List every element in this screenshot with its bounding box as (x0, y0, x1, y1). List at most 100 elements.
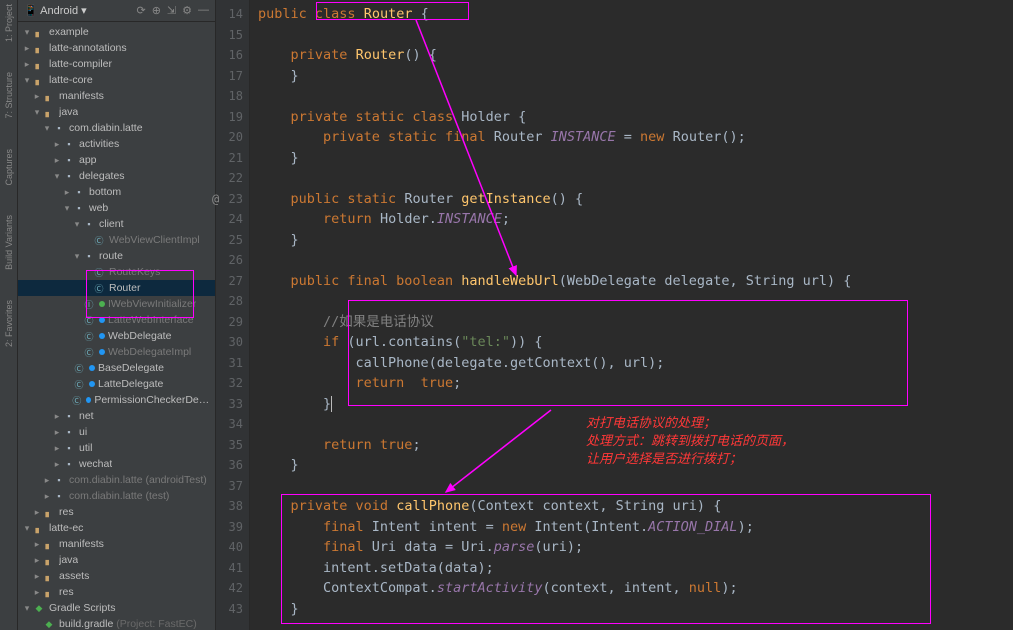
code-line[interactable]: } (258, 599, 1013, 620)
tree-node[interactable]: ⒸPermissionCheckerDelegate (18, 392, 215, 408)
tree-node[interactable]: ▸▖latte-annotations (18, 40, 215, 56)
code-line[interactable] (258, 86, 1013, 107)
cls-icon: Ⓒ (82, 313, 96, 327)
code-line[interactable]: } (258, 394, 1013, 415)
tree-node[interactable]: ▸▪net (18, 408, 215, 424)
code-line[interactable]: private Router() { (258, 45, 1013, 66)
code-line[interactable]: } (258, 148, 1013, 169)
pkg-icon: ▪ (62, 425, 76, 439)
code-line[interactable] (258, 291, 1013, 312)
tree-label: assets (59, 570, 89, 582)
tree-node[interactable]: ▸▪app (18, 152, 215, 168)
tree-node[interactable]: ◆build.gradle (Project: FastEC) (18, 616, 215, 630)
tab-structure[interactable]: 7: Structure (4, 72, 14, 119)
tree-node[interactable]: ⒸBaseDelegate (18, 360, 215, 376)
tree-node[interactable]: ⒾIWebViewInitializer (18, 296, 215, 312)
tree-label: WebDelegate (108, 330, 171, 342)
tree-node[interactable]: ▸▪com.diabin.latte (androidTest) (18, 472, 215, 488)
tree-node[interactable]: ▾▪web (18, 200, 215, 216)
tree-node[interactable]: ⒸLatteWebInterface (18, 312, 215, 328)
code-line[interactable] (258, 250, 1013, 271)
tree-node[interactable]: ▸▖manifests (18, 536, 215, 552)
tree-node[interactable]: ▸▪com.diabin.latte (test) (18, 488, 215, 504)
tree-node[interactable]: ▸▖latte-compiler (18, 56, 215, 72)
tree-node[interactable]: ▾▪com.diabin.latte (18, 120, 215, 136)
code-line[interactable]: //如果是电话协议 (258, 312, 1013, 333)
tree-node[interactable]: ▸▖res (18, 584, 215, 600)
tree-node[interactable]: ▸▖java (18, 552, 215, 568)
tree-node[interactable]: ⒸWebDelegate (18, 328, 215, 344)
pkg-icon: ▪ (52, 473, 66, 487)
fld-icon: ▖ (42, 569, 56, 583)
code-line[interactable] (258, 168, 1013, 189)
code-line[interactable]: private void callPhone(Context context, … (258, 496, 1013, 517)
tree-node[interactable]: ▸▪wechat (18, 456, 215, 472)
tab-captures[interactable]: Captures (4, 149, 14, 186)
tree-node[interactable]: ⒸLatteDelegate (18, 376, 215, 392)
code-line[interactable]: } (258, 66, 1013, 87)
pkg-icon: ▪ (52, 121, 66, 135)
code-line[interactable]: public class Router { (258, 4, 1013, 25)
tree-node[interactable]: ▾▪route (18, 248, 215, 264)
code-line[interactable]: return true; (258, 373, 1013, 394)
tree-node[interactable]: ▸▪ui (18, 424, 215, 440)
sidebar-header: 📱 Android ▾ ⟳ ⊕ ⇲ ⚙ — (18, 0, 215, 22)
sync-icon[interactable]: ⟳ (136, 4, 145, 17)
code-line[interactable]: private static class Holder { (258, 107, 1013, 128)
pkg-icon: ▪ (62, 153, 76, 167)
code-line[interactable]: callPhone(delegate.getContext(), url); (258, 353, 1013, 374)
tree-node[interactable]: ▸▖res (18, 504, 215, 520)
code-area[interactable]: public class Router { private Router() {… (250, 0, 1013, 630)
tree-label: PermissionCheckerDelegate (94, 394, 211, 406)
code-line[interactable] (258, 25, 1013, 46)
tree-label: wechat (79, 458, 112, 470)
tree-node[interactable]: ▾▪client (18, 216, 215, 232)
hide-icon[interactable]: — (198, 4, 209, 17)
tree-node[interactable]: ▸▪activities (18, 136, 215, 152)
tree-label: WebViewClientImpl (109, 234, 200, 246)
tree-node[interactable]: ⒸRouter (18, 280, 215, 296)
tree-node[interactable]: ▸▪util (18, 440, 215, 456)
project-tree[interactable]: ▾▖example▸▖latte-annotations▸▖latte-comp… (18, 22, 215, 630)
tree-node[interactable]: ▾▪delegates (18, 168, 215, 184)
tree-node[interactable]: ▾▖latte-core (18, 72, 215, 88)
tab-build-variants[interactable]: Build Variants (4, 215, 14, 270)
pkg-icon: ▪ (62, 137, 76, 151)
target-icon[interactable]: ⊕ (152, 4, 161, 17)
tree-node[interactable]: ⒸWebDelegateImpl (18, 344, 215, 360)
pkg-icon: ▪ (62, 169, 76, 183)
tree-label: bottom (89, 186, 121, 198)
tab-project[interactable]: 1: Project (4, 4, 14, 42)
tree-node[interactable]: ▾▖example (18, 24, 215, 40)
tree-node[interactable]: ▸▖manifests (18, 88, 215, 104)
code-line[interactable]: } (258, 230, 1013, 251)
code-line[interactable]: public final boolean handleWebUrl(WebDel… (258, 271, 1013, 292)
code-line[interactable]: final Uri data = Uri.parse(uri); (258, 537, 1013, 558)
tab-favorites[interactable]: 2: Favorites (4, 300, 14, 347)
code-line[interactable]: intent.setData(data); (258, 558, 1013, 579)
tree-label: ui (79, 426, 87, 438)
tree-node[interactable]: ▸▖assets (18, 568, 215, 584)
fld-icon: ▖ (42, 105, 56, 119)
gear-icon[interactable]: ⚙ (182, 4, 192, 17)
code-line[interactable]: public static Router getInstance() { (258, 189, 1013, 210)
code-line[interactable] (258, 476, 1013, 497)
tree-node[interactable]: ▾▖java (18, 104, 215, 120)
tree-node[interactable]: ⒸRouteKeys (18, 264, 215, 280)
code-editor[interactable]: 14151617181920212223@2425262728293031323… (216, 0, 1013, 630)
tree-node[interactable]: ⒸWebViewClientImpl (18, 232, 215, 248)
tree-node[interactable]: ▾▖latte-ec (18, 520, 215, 536)
collapse-icon[interactable]: ⇲ (167, 4, 176, 17)
pkg-icon: ▪ (62, 441, 76, 455)
tree-label: util (79, 442, 92, 454)
code-line[interactable]: final Intent intent = new Intent(Intent.… (258, 517, 1013, 538)
view-selector[interactable]: 📱 Android ▾ (24, 4, 87, 17)
code-line[interactable]: if (url.contains("tel:")) { (258, 332, 1013, 353)
tree-label: route (99, 250, 123, 262)
tree-label: WebDelegateImpl (108, 346, 191, 358)
code-line[interactable]: return Holder.INSTANCE; (258, 209, 1013, 230)
code-line[interactable]: ContextCompat.startActivity(context, int… (258, 578, 1013, 599)
code-line[interactable]: private static final Router INSTANCE = n… (258, 127, 1013, 148)
tree-node[interactable]: ▸▪bottom (18, 184, 215, 200)
tree-node[interactable]: ▾◆Gradle Scripts (18, 600, 215, 616)
